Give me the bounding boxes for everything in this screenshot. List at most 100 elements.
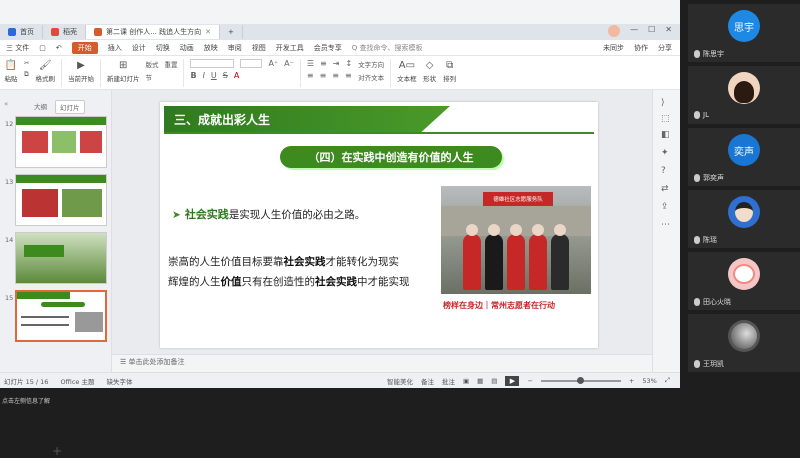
participant-tile[interactable]: 田心火晓 bbox=[688, 252, 800, 310]
menu-design[interactable]: 设计 bbox=[132, 43, 146, 53]
undo-icon[interactable]: ↶ bbox=[56, 44, 62, 52]
missing-font-button[interactable]: 缺失字体 bbox=[106, 376, 132, 386]
close-icon[interactable]: ✕ bbox=[205, 28, 211, 36]
slide-thumbnail-13[interactable] bbox=[15, 174, 107, 226]
zoom-slider[interactable] bbox=[540, 376, 621, 384]
add-slide-icon[interactable]: + bbox=[52, 444, 62, 458]
font-color-icon[interactable]: A bbox=[234, 71, 239, 80]
slide-thumbnail-15[interactable] bbox=[15, 290, 107, 342]
transition-icon[interactable]: ⇄ bbox=[661, 184, 669, 194]
close-window-icon[interactable]: ✕ bbox=[665, 25, 672, 39]
play-slideshow-button[interactable]: ▶ bbox=[505, 375, 520, 386]
participant-tile[interactable]: JL bbox=[688, 66, 800, 124]
paragraph-2: 辉煌的人生价值只有在创造性的社会实践中才能实现 bbox=[168, 274, 438, 289]
maximize-icon[interactable]: ☐ bbox=[648, 25, 655, 39]
menu-review[interactable]: 审阅 bbox=[228, 43, 242, 53]
collaborate-button[interactable]: 协作 bbox=[634, 43, 648, 53]
arrange-button[interactable]: ⧉ 排列 bbox=[443, 59, 457, 84]
slide-thumbnail-12[interactable] bbox=[15, 116, 107, 168]
shape-panel-icon[interactable]: ◧ bbox=[661, 130, 670, 140]
shape-button[interactable]: ◇ 形状 bbox=[423, 59, 437, 84]
ribbon-toolbar: 📋 粘贴 ✂ ⧉ 🖌 格式刷 ▶ 当前开始 ⊞ 新建幻灯片 版式节 重置 A⁺ A⁻ BIU… bbox=[0, 56, 680, 90]
participant-tile[interactable]: 奕声 郭奕声 bbox=[688, 128, 800, 186]
menu-transition[interactable]: 切换 bbox=[156, 43, 170, 53]
help-icon[interactable]: ? bbox=[661, 166, 666, 176]
align-center-icon[interactable]: ≡ bbox=[320, 71, 327, 80]
reading-view-icon[interactable]: ▤ bbox=[491, 377, 497, 385]
smart-beautify-button[interactable]: 智能美化 bbox=[387, 376, 413, 386]
align-right-icon[interactable]: ≡ bbox=[332, 71, 339, 80]
line-spacing-icon[interactable]: ↕ bbox=[345, 59, 352, 68]
italic-icon[interactable]: I bbox=[203, 71, 205, 80]
sync-status[interactable]: 未同步 bbox=[603, 43, 624, 53]
justify-icon[interactable]: ≡ bbox=[345, 71, 352, 80]
menu-animation[interactable]: 动画 bbox=[180, 43, 194, 53]
sorter-view-icon[interactable]: ▦ bbox=[477, 377, 483, 385]
fit-window-icon[interactable]: ⤢ bbox=[665, 376, 670, 385]
text-run: 才能转化为现实 bbox=[325, 256, 400, 268]
align-left-icon[interactable]: ≡ bbox=[307, 71, 314, 80]
notes-toggle-button[interactable]: 备注 bbox=[421, 376, 434, 386]
collapse-right-icon[interactable]: ⟩ bbox=[661, 98, 665, 108]
font-size-select[interactable] bbox=[240, 59, 263, 68]
tab-outline[interactable]: 大纲 bbox=[30, 100, 51, 114]
tab-document[interactable]: 第二课 创作人... 践追人生方向 ✕ bbox=[86, 25, 221, 39]
textbox-button[interactable]: A▭ 文本框 bbox=[397, 59, 417, 84]
zoom-in-icon[interactable]: + bbox=[629, 377, 634, 385]
new-slide-button[interactable]: ⊞ 新建幻灯片 bbox=[107, 59, 140, 84]
paste-button[interactable]: 📋 粘贴 bbox=[4, 59, 18, 84]
zoom-level[interactable]: 53% bbox=[642, 377, 656, 385]
menu-file[interactable]: 三 文件 bbox=[6, 43, 29, 53]
more-icon[interactable]: ⋯ bbox=[661, 220, 670, 230]
menu-start[interactable]: 开始 bbox=[71, 41, 98, 54]
zoom-out-icon[interactable]: − bbox=[527, 377, 532, 385]
collapse-panel-icon[interactable]: « bbox=[4, 100, 8, 108]
participant-tile[interactable]: 王玥凯 bbox=[688, 314, 800, 372]
indent-icon[interactable]: ⇥ bbox=[333, 59, 340, 68]
bullets-icon[interactable]: ☰ bbox=[307, 59, 314, 68]
avatar[interactable] bbox=[608, 25, 621, 39]
copy-icon[interactable]: ⧉ bbox=[24, 70, 29, 79]
strikethrough-icon[interactable]: S bbox=[223, 71, 228, 80]
text-direction-button[interactable]: 文字方向 bbox=[358, 59, 384, 69]
numbering-icon[interactable]: ≡ bbox=[320, 59, 327, 68]
align-text-button[interactable]: 对齐文本 bbox=[358, 72, 384, 82]
participant-tile[interactable]: 思宇 陈思宇 bbox=[688, 4, 800, 62]
comments-button[interactable]: 批注 bbox=[442, 376, 455, 386]
share-button[interactable]: 分享 bbox=[658, 43, 672, 53]
theme-name[interactable]: Office 主题 bbox=[60, 376, 94, 386]
underline-icon[interactable]: U bbox=[211, 71, 217, 80]
slide-thumbnail-14[interactable] bbox=[15, 232, 107, 284]
share-icon[interactable]: ⇪ bbox=[661, 202, 669, 212]
participant-tile[interactable]: 陈瑶 bbox=[688, 190, 800, 248]
animation-icon[interactable]: ✦ bbox=[661, 148, 669, 158]
cut-icon[interactable]: ✂ bbox=[24, 59, 29, 67]
shrink-font-icon[interactable]: A⁻ bbox=[284, 59, 294, 68]
save-icon[interactable]: ▢ bbox=[39, 44, 46, 52]
tab-bar: 首页 稻壳 第二课 创作人... 践追人生方向 ✕ + — ☐ ✕ bbox=[0, 24, 680, 40]
notes-pane[interactable]: ☰ 单击此处添加备注 bbox=[112, 354, 652, 368]
normal-view-icon[interactable]: ▣ bbox=[463, 377, 469, 385]
taskbar-strip: 点击左侧信息了解 bbox=[0, 388, 680, 405]
select-icon[interactable]: ⬚ bbox=[661, 114, 670, 124]
command-search-input[interactable]: Q 查找命令、搜索模板 bbox=[352, 43, 423, 53]
menu-member[interactable]: 会员专享 bbox=[314, 43, 342, 53]
current-slide[interactable]: 三、成就出彩人生 （四）在实践中创造有价值的人生 ➤ 社会实践是实现人生价值的必由… bbox=[160, 102, 598, 348]
new-tab-button[interactable]: + bbox=[220, 25, 243, 39]
font-family-select[interactable] bbox=[190, 59, 235, 68]
format-painter-button[interactable]: 🖌 格式刷 bbox=[35, 59, 55, 84]
menu-devtools[interactable]: 开发工具 bbox=[276, 43, 304, 53]
minimize-icon[interactable]: — bbox=[630, 25, 638, 39]
from-current-button[interactable]: ▶ 当前开始 bbox=[68, 59, 94, 84]
section-button[interactable]: 节 bbox=[145, 72, 158, 82]
tab-docer[interactable]: 稻壳 bbox=[43, 25, 86, 39]
menu-insert[interactable]: 插入 bbox=[108, 43, 122, 53]
menu-view[interactable]: 视图 bbox=[252, 43, 266, 53]
layout-button[interactable]: 版式 bbox=[145, 59, 158, 69]
tab-slides[interactable]: 幻灯片 bbox=[55, 100, 85, 114]
reset-button[interactable]: 重置 bbox=[164, 59, 177, 69]
menu-slideshow[interactable]: 放映 bbox=[204, 43, 218, 53]
tab-home[interactable]: 首页 bbox=[0, 25, 43, 39]
grow-font-icon[interactable]: A⁺ bbox=[268, 59, 278, 68]
bold-icon[interactable]: B bbox=[190, 71, 196, 80]
